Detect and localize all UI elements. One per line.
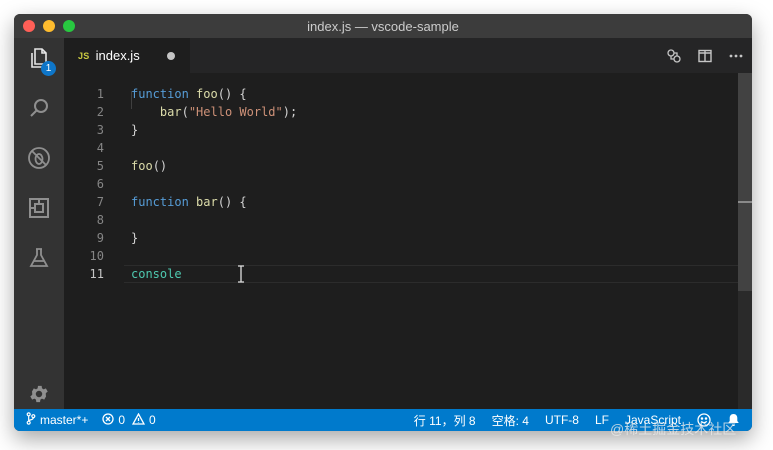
code-line[interactable]: 10 <box>64 247 738 265</box>
minimize-window-button[interactable] <box>43 20 55 32</box>
explorer-button[interactable]: 1 <box>14 38 64 82</box>
code-token: "Hello World" <box>188 105 283 119</box>
watermark: @稀土掘金技术社区 <box>610 421 737 437</box>
encoding-status[interactable]: UTF-8 <box>545 413 579 427</box>
line-code: } <box>131 229 138 247</box>
warning-icon <box>131 412 146 428</box>
code-editor[interactable]: 1 function foo() {2 bar("Hello World"); 3}… <box>64 73 752 409</box>
warning-count: 0 <box>149 413 156 427</box>
code-line[interactable]: 6 <box>64 175 738 193</box>
line-number: 3 <box>96 123 104 137</box>
open-changes-icon[interactable] <box>664 46 684 66</box>
code-line[interactable]: 4 <box>64 139 738 157</box>
vertical-scrollbar[interactable] <box>738 73 752 409</box>
activity-bar: 1 <box>14 38 64 409</box>
code-token: } <box>131 123 139 137</box>
code-line[interactable]: 3} <box>64 121 738 139</box>
problems-status[interactable]: 0 0 <box>102 412 156 428</box>
code-token: function <box>131 195 189 209</box>
branch-name: master*+ <box>40 413 89 427</box>
more-icon[interactable] <box>726 46 746 66</box>
line-number: 2 <box>96 105 104 119</box>
code-token: () { <box>217 87 247 101</box>
code-token: bar <box>196 195 218 209</box>
code-line[interactable]: 9} <box>64 229 738 247</box>
window-controls <box>23 20 75 32</box>
code-line[interactable]: 8 <box>64 211 738 229</box>
line-code: } <box>131 121 138 139</box>
line-number: 1 <box>96 87 104 101</box>
code-line[interactable]: 1 function foo() { <box>64 85 738 103</box>
code-token: () { <box>217 195 247 209</box>
extensions-button[interactable] <box>14 188 64 232</box>
explorer-badge: 1 <box>41 61 56 76</box>
line-number: 5 <box>96 159 104 173</box>
indent-guide <box>131 91 132 109</box>
code-token: () <box>152 159 168 173</box>
code-line[interactable]: 7 function bar() { <box>64 193 738 211</box>
line-number: 6 <box>96 177 104 191</box>
debug-button[interactable] <box>14 138 64 182</box>
branch-icon <box>26 412 36 428</box>
title-bar: index.js — vscode-sample <box>14 14 752 38</box>
cursor-position-status[interactable]: 行 11，列 8 <box>414 412 476 429</box>
line-code: bar("Hello World"); <box>131 103 297 121</box>
error-icon <box>102 412 115 428</box>
tab-label: index.js <box>95 48 140 63</box>
search-icon <box>27 96 51 125</box>
code-token: foo <box>196 87 218 101</box>
line-number: 8 <box>96 213 104 227</box>
code-token: function <box>131 87 189 101</box>
window-title: index.js — vscode-sample <box>307 18 459 34</box>
code-line[interactable]: 11 console <box>64 265 738 283</box>
editor-tabs: JS index.js <box>64 38 752 73</box>
js-file-icon: JS <box>78 50 90 61</box>
error-count: 0 <box>118 413 126 427</box>
eol-status[interactable]: LF <box>595 413 609 427</box>
line-number: 11 <box>89 267 104 281</box>
line-number: 9 <box>96 231 104 245</box>
line-code: function foo() { <box>131 85 247 103</box>
code-line[interactable]: 2 bar("Hello World"); <box>64 103 738 121</box>
line-number: 10 <box>89 249 104 263</box>
code-token: console <box>131 267 182 281</box>
code-line[interactable]: 5 foo() <box>64 157 738 175</box>
line-code: console <box>131 265 182 283</box>
vscode-window: index.js — vscode-sample 1 JS index.js 1… <box>14 14 752 431</box>
code-token: } <box>131 231 139 245</box>
code-token: foo <box>131 159 153 173</box>
text-cursor-icon <box>236 265 246 283</box>
scrollbar-cursor-marker <box>738 201 752 203</box>
line-number: 7 <box>96 195 104 209</box>
editor-actions <box>664 38 746 73</box>
close-window-button[interactable] <box>23 20 35 32</box>
code-token: ); <box>282 105 298 119</box>
git-branch-status[interactable]: master*+ <box>26 412 88 428</box>
indentation-status[interactable]: 空格: 4 <box>492 412 529 429</box>
code-token: bar <box>159 105 182 119</box>
test-button[interactable] <box>14 238 64 282</box>
gear-icon <box>28 383 50 410</box>
unsaved-dot-icon[interactable] <box>167 52 175 60</box>
maximize-window-button[interactable] <box>63 20 75 32</box>
line-code: foo() <box>131 157 167 175</box>
scrollbar-thumb[interactable] <box>738 73 752 291</box>
extensions-icon <box>27 196 51 225</box>
tab-index-js[interactable]: JS index.js <box>64 38 190 73</box>
debug-icon <box>26 145 52 176</box>
line-number: 4 <box>96 141 104 155</box>
split-editor-icon[interactable] <box>695 46 715 66</box>
code-token: ( <box>181 105 189 119</box>
line-code: function bar() { <box>131 193 247 211</box>
flask-icon <box>27 246 51 275</box>
search-button[interactable] <box>14 88 64 132</box>
